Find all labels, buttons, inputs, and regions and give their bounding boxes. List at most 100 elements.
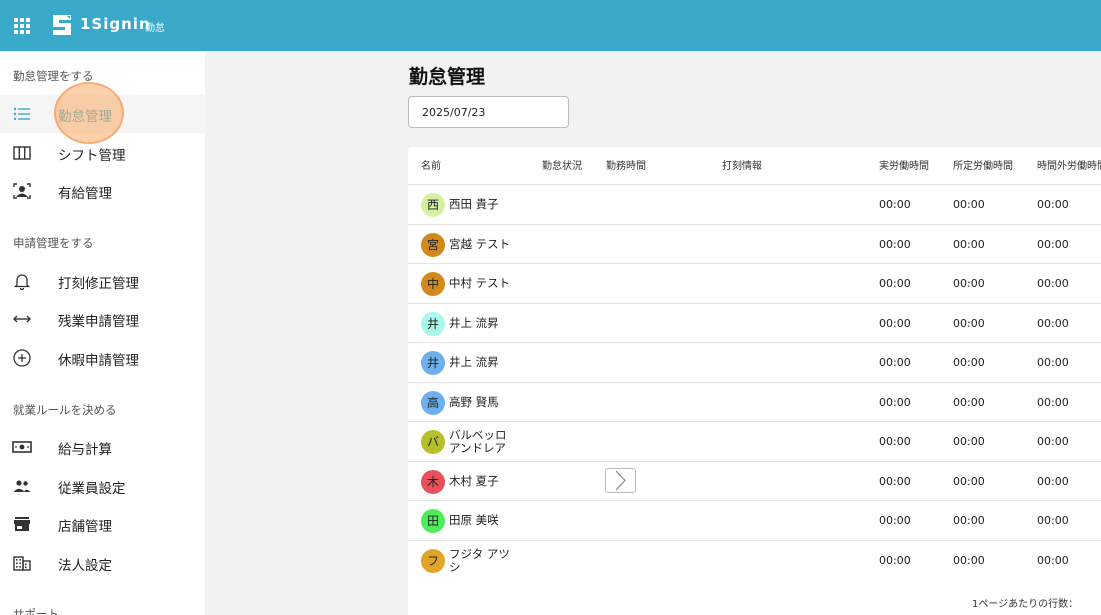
table-row[interactable]: 井井上 流昇 00:00 00:00 00:00: [408, 342, 1101, 382]
arrows-horizontal-icon: [13, 315, 31, 323]
actual-hours: 00:00: [879, 514, 911, 527]
scheduled-hours: 00:00: [953, 277, 985, 290]
table-row[interactable]: 木木村 夏子 00:00 00:00 00:00: [408, 460, 1101, 501]
people-icon: [13, 480, 31, 492]
employee-name: 宮越 テスト: [449, 236, 511, 251]
table-row[interactable]: ババルベッロ アンドレア 00:00 00:00 00:00: [408, 421, 1101, 461]
scheduled-hours: 00:00: [953, 553, 985, 567]
column-header-work-hours: 勤務時間: [606, 161, 646, 172]
sidebar-item-stores[interactable]: 店舗管理: [0, 505, 205, 543]
avatar: 井: [421, 311, 445, 336]
actual-hours: 00:00: [879, 277, 911, 290]
sidebar-section-attendance: 勤怠管理をする: [13, 69, 94, 83]
actual-hours: 00:00: [879, 474, 911, 488]
table-row[interactable]: フフジタ アツシ 00:00 00:00 00:00: [408, 539, 1101, 580]
brand-subtitle: 勤怠: [145, 23, 165, 34]
employee-name-line: 西田 貴子: [449, 197, 499, 211]
sidebar-item-label: 店舗管理: [58, 519, 112, 535]
actual-hours: 00:00: [879, 237, 911, 251]
sidebar-item-label: 打刻修正管理: [58, 276, 139, 292]
employee-name-line: シ: [449, 559, 461, 574]
plus-circle-icon: [13, 349, 31, 367]
overtime-hours: 00:00: [1037, 356, 1069, 369]
actual-hours: 00:00: [879, 198, 911, 211]
sidebar-section-requests: 申請管理をする: [13, 236, 94, 250]
column-header-actual-hours: 実労働時間: [879, 161, 929, 172]
avatar: フ: [421, 548, 445, 573]
avatar: 宮: [421, 232, 445, 257]
overtime-hours: 00:00: [1037, 316, 1069, 330]
scheduled-hours: 00:00: [953, 514, 985, 527]
sidebar-item-attendance[interactable]: 勤怠管理: [0, 95, 205, 133]
sidebar-section-rules: 就業ルールを決める: [13, 403, 117, 417]
sidebar-item-label: 法人設定: [58, 558, 112, 574]
employee-name-line: 木村 夏子: [449, 473, 499, 488]
scheduled-hours: 00:00: [953, 237, 985, 251]
employee-name: フジタ アツシ: [449, 546, 510, 574]
sidebar-item-paid-leave[interactable]: 有給管理: [0, 172, 205, 210]
store-icon: [14, 517, 30, 531]
actual-hours: 00:00: [879, 553, 911, 567]
attendance-table: 名前 勤怠状況 勤務時間 打刻情報 実労働時間 所定労働時間 時間外労働時間 西…: [408, 147, 1101, 615]
sidebar-item-payroll[interactable]: 給与計算: [0, 428, 205, 466]
overtime-hours: 00:00: [1037, 435, 1069, 448]
apps-grid-icon[interactable]: [14, 18, 30, 34]
column-header-scheduled-hours: 所定労働時間: [953, 161, 1013, 172]
sidebar-item-label: 従業員設定: [58, 481, 126, 497]
sidebar-item-leave-request[interactable]: 休暇申請管理: [0, 339, 205, 377]
scheduled-hours: 00:00: [953, 474, 985, 488]
actual-hours: 00:00: [879, 395, 911, 409]
column-header-stamp-info: 打刻情報: [722, 161, 762, 172]
table-row[interactable]: 田田原 美咲 00:00 00:00 00:00: [408, 500, 1101, 540]
table-row[interactable]: 井井上 流昇 00:00 00:00 00:00: [408, 302, 1101, 343]
employee-name: 井上 流昇: [449, 356, 499, 369]
page-title: 勤怠管理: [409, 66, 486, 88]
date-input[interactable]: [408, 96, 569, 128]
column-header-overtime-hours: 時間外労働時間: [1037, 161, 1101, 172]
sidebar-item-label: 残業申請管理: [58, 314, 139, 330]
rows-per-page-label: 1ページあたりの行数：: [972, 599, 1079, 610]
employee-name: 高野 賢馬: [449, 395, 499, 409]
avatar: 田: [421, 509, 445, 533]
avatar: 中: [421, 272, 445, 296]
sidebar-item-label: 給与計算: [58, 442, 112, 458]
overtime-hours: 00:00: [1037, 395, 1069, 409]
sidebar-item-label: 勤怠管理: [58, 109, 112, 125]
sidebar-item-shift[interactable]: シフト管理: [0, 134, 205, 172]
sidebar-item-overtime-request[interactable]: 残業申請管理: [0, 300, 205, 338]
employee-name-line: 中村 テスト: [449, 276, 511, 290]
stamp-detail-button[interactable]: [605, 467, 636, 493]
avatar: バ: [421, 430, 445, 454]
overtime-hours: 00:00: [1037, 514, 1069, 527]
employee-name-line: 田原 美咲: [449, 513, 499, 527]
chevron-right-icon: [615, 470, 626, 490]
actual-hours: 00:00: [879, 316, 911, 330]
table-row[interactable]: 高高野 賢馬 00:00 00:00 00:00: [408, 381, 1101, 422]
table-row[interactable]: 中中村 テスト 00:00 00:00 00:00: [408, 263, 1101, 303]
employee-name-line: 宮越 テスト: [449, 236, 511, 251]
scheduled-hours: 00:00: [953, 395, 985, 409]
overtime-hours: 00:00: [1037, 277, 1069, 290]
money-icon: [12, 441, 32, 453]
avatar: 高: [421, 390, 445, 415]
sidebar-item-employees[interactable]: 従業員設定: [0, 467, 205, 505]
employee-name-line: フジタ アツ: [449, 546, 510, 561]
bell-icon: [13, 274, 31, 290]
columns-icon: [13, 146, 31, 160]
scheduled-hours: 00:00: [953, 435, 985, 448]
overtime-hours: 00:00: [1037, 198, 1069, 211]
sidebar-item-stamp-correction[interactable]: 打刻修正管理: [0, 262, 205, 300]
sidebar-item-corporate[interactable]: 法人設定: [0, 544, 205, 582]
person-badge-icon: [13, 183, 31, 199]
employee-name-line: アンドレア: [449, 441, 507, 455]
table-row[interactable]: 西西田 貴子 00:00 00:00 00:00: [408, 184, 1101, 224]
employee-name: 中村 テスト: [449, 277, 510, 290]
employee-name: 井上 流昇: [449, 316, 499, 330]
scheduled-hours: 00:00: [953, 198, 985, 211]
table-row[interactable]: 宮宮越 テスト 00:00 00:00 00:00: [408, 223, 1101, 264]
column-header-status: 勤怠状況: [542, 161, 582, 172]
building-icon: [13, 556, 31, 571]
scheduled-hours: 00:00: [953, 316, 985, 330]
employee-name: 木村 夏子: [449, 473, 499, 488]
sidebar: 勤怠管理をする 勤怠管理 シフト管理 有給管理 申請管理をする 打刻修正管理 残…: [0, 51, 205, 615]
